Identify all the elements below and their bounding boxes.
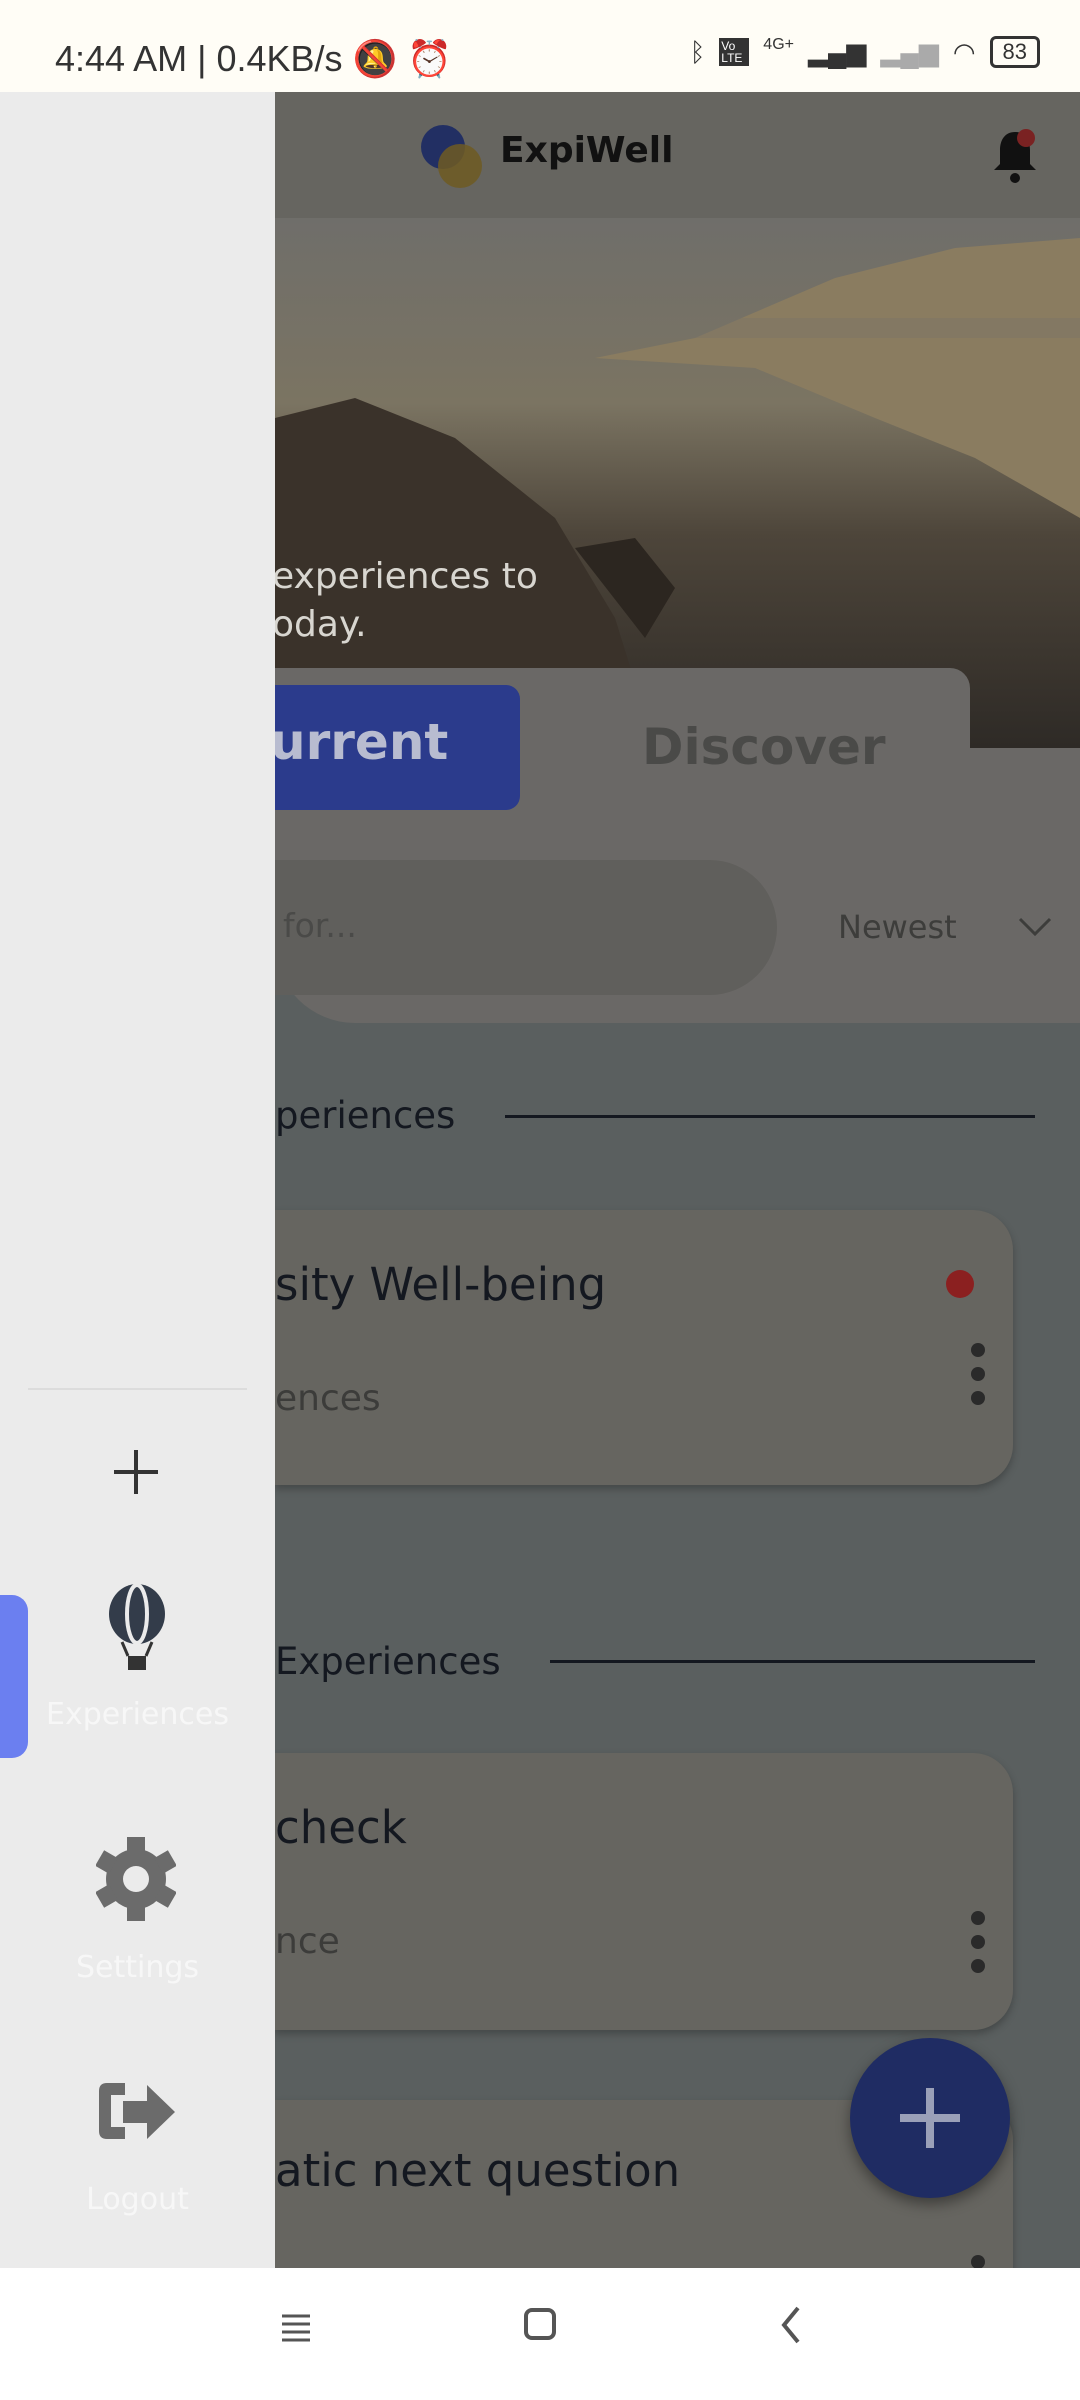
net-speed: | 0.4KB/s (197, 38, 343, 79)
tab-discover[interactable]: Discover (642, 718, 886, 776)
card-title: atic next question (275, 2144, 681, 2197)
mute-icon: 🔕 (352, 38, 398, 79)
battery-icon: 83 (989, 36, 1040, 68)
search-input[interactable]: for... (275, 860, 777, 995)
signal-icon-2: ▂▄▆ (880, 36, 939, 67)
drawer-label: Settings (75, 1950, 200, 1985)
status-bar: 4:44 AM | 0.4KB/s 🔕 ⏰ ᛒ Vo LTE 4G+ ▂▄▆ ▂… (0, 0, 1080, 92)
notification-bell-icon[interactable] (990, 126, 1040, 186)
drawer-label: Logout (86, 2182, 189, 2217)
hero-text-line1: experiences to (272, 556, 538, 597)
home-icon[interactable] (522, 2306, 558, 2342)
sort-dropdown[interactable]: Newest (838, 908, 957, 946)
status-icons: ᛒ Vo LTE 4G+ ▂▄▆ ▂▄▆ ◠ 83 (690, 36, 1040, 68)
system-nav-bar (0, 2268, 1080, 2400)
clock: 4:44 AM (55, 38, 188, 79)
drawer-divider (28, 1388, 247, 1390)
drawer-item-logout[interactable]: Logout (0, 2077, 275, 2257)
chevron-down-icon[interactable] (1018, 915, 1052, 939)
unread-dot (946, 1270, 974, 1298)
plus-icon[interactable] (96, 1432, 176, 1512)
section-divider (550, 1660, 1035, 1663)
brand-name: ExpiWell (500, 130, 674, 171)
section-title: periences (275, 1094, 456, 1137)
status-time: 4:44 AM | 0.4KB/s 🔕 ⏰ (55, 38, 452, 80)
signal-icon: ▂▄▆ (807, 36, 867, 67)
plus-icon (900, 2088, 960, 2148)
card-subtitle: nce (275, 1921, 340, 1962)
back-icon[interactable] (776, 2304, 806, 2346)
alarm-icon: ⏰ (407, 38, 453, 79)
logo-icon (421, 125, 482, 188)
bluetooth-icon: ᛒ (689, 36, 706, 67)
app-header: ExpiWell (275, 92, 1080, 218)
hero-text-line2: oday. (272, 604, 367, 645)
navigation-drawer: Experiences Settings Logout (0, 92, 275, 2268)
add-experience-button[interactable] (850, 2038, 1010, 2198)
more-options-icon[interactable] (971, 1343, 985, 1415)
wifi-icon: ◠ (952, 36, 976, 67)
logout-icon (99, 2083, 175, 2139)
volte-badge: Vo LTE (719, 38, 750, 66)
more-options-icon[interactable] (971, 1911, 985, 1983)
gear-icon (96, 1837, 176, 1921)
card-title: check (275, 1801, 407, 1854)
recents-icon[interactable] (280, 2308, 312, 2348)
drawer-item-experiences[interactable]: Experiences (0, 1582, 275, 1762)
experience-card[interactable]: sity Well-being ences (275, 1210, 1013, 1485)
network-type: 4G+ (763, 36, 794, 53)
section-divider (505, 1115, 1035, 1118)
tab-current[interactable]: urrent (270, 685, 520, 810)
card-title: sity Well-being (275, 1258, 607, 1311)
section-title: Experiences (275, 1640, 501, 1683)
drawer-item-settings[interactable]: Settings (0, 1837, 275, 2017)
drawer-label: Experiences (46, 1697, 229, 1732)
tab-current-label: urrent (270, 713, 449, 771)
card-subtitle: ences (275, 1378, 381, 1419)
experience-card[interactable]: check nce (275, 1753, 1013, 2030)
search-placeholder: for... (283, 906, 357, 945)
balloon-icon (109, 1583, 165, 1670)
